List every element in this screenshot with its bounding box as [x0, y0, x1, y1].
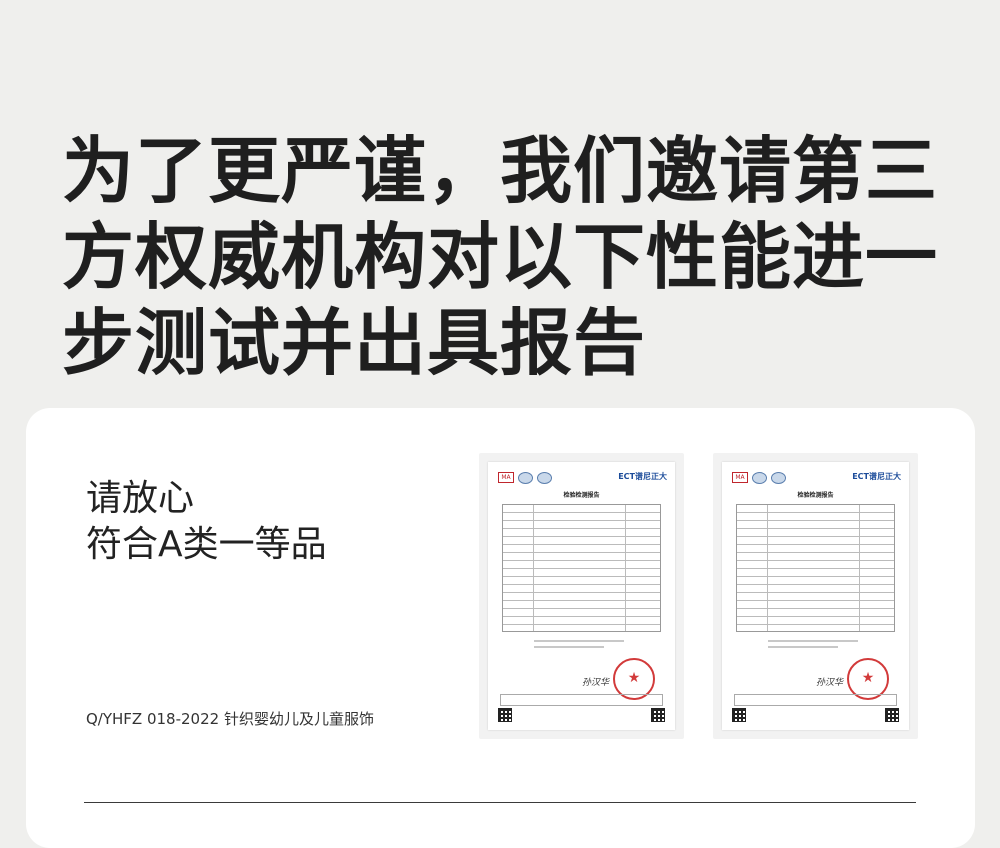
qr-code-icon [732, 708, 746, 722]
info-card: 请放心 符合A类一等品 Q/YHFZ 018-2022 针织婴幼儿及儿童服饰 M… [26, 408, 975, 848]
test-report-image-2: MA ECT谱尼正大 检验检测报告 孙汉华 ★ [713, 453, 918, 739]
report-paper: MA ECT谱尼正大 检验检测报告 孙汉华 ★ [488, 462, 675, 730]
test-report-image-1: MA ECT谱尼正大 检验检测报告 孙汉华 ★ [479, 453, 684, 739]
report-text-line [768, 646, 838, 648]
report-paper: MA ECT谱尼正大 检验检测报告 孙汉华 ★ [722, 462, 909, 730]
ilac-logo-icon [537, 472, 552, 484]
qr-code-icon [885, 708, 899, 722]
standard-label: Q/YHFZ 018-2022 针织婴幼儿及儿童服饰 [86, 710, 374, 728]
card-title-line2: 符合A类一等品 [86, 524, 327, 565]
ilac-logo-icon [771, 472, 786, 484]
report-title: 检验检测报告 [797, 492, 834, 499]
lab-brand: ECT谱尼正大 [618, 472, 667, 481]
cnas-logo-icon [752, 472, 767, 484]
report-text-line [768, 640, 858, 642]
report-footer-box [734, 694, 897, 706]
cert-logos: MA [732, 472, 786, 484]
divider [84, 802, 916, 803]
card-title-line1: 请放心 [86, 478, 195, 519]
report-table [502, 504, 661, 632]
cma-logo: MA [498, 472, 514, 483]
signature: 孙汉华 [582, 678, 610, 688]
report-title: 检验检测报告 [563, 492, 600, 499]
qr-code-icon [498, 708, 512, 722]
report-footer-box [500, 694, 663, 706]
cnas-logo-icon [518, 472, 533, 484]
report-text-line [534, 640, 624, 642]
cma-logo: MA [732, 472, 748, 483]
signature: 孙汉华 [816, 678, 844, 688]
qr-code-icon [651, 708, 665, 722]
lab-brand: ECT谱尼正大 [852, 472, 901, 481]
card-title: 请放心 符合A类一等品 [86, 476, 327, 568]
report-text-line [534, 646, 604, 648]
cert-logos: MA [498, 472, 552, 484]
report-table [736, 504, 895, 632]
page-headline: 为了更严谨，我们邀请第三方权威机构对以下性能进一步测试并出具报告 [62, 129, 939, 385]
